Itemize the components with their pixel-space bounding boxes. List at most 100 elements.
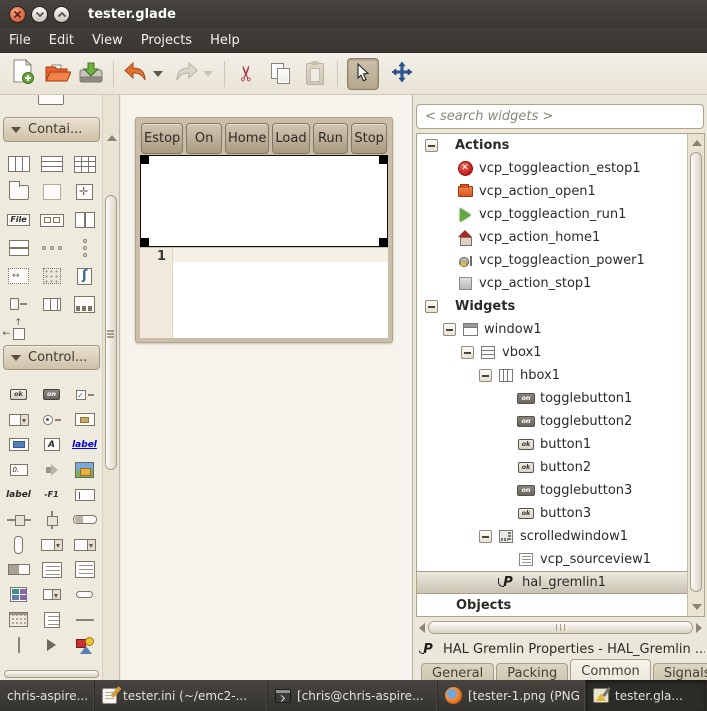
designed-togglebutton-on[interactable]: On xyxy=(186,123,222,154)
tree-row[interactable]: vcp_sourceview1 xyxy=(417,548,687,571)
vscale-icon[interactable] xyxy=(47,511,57,529)
radiobutton-icon[interactable] xyxy=(43,415,61,425)
select-widgets-button[interactable] xyxy=(347,58,379,90)
listview-icon[interactable] xyxy=(44,612,60,628)
buttonbox-icon[interactable] xyxy=(40,214,64,227)
tree-row[interactable]: scrolledwindow1 xyxy=(417,525,687,548)
fixed-icon[interactable] xyxy=(76,184,93,200)
scroll-up-arrow-icon[interactable] xyxy=(692,140,702,146)
redo-button[interactable] xyxy=(169,58,203,90)
menu-file[interactable]: File xyxy=(0,30,40,51)
tree-section-widgets[interactable]: Widgets xyxy=(417,295,687,318)
expander-icon[interactable] xyxy=(11,299,27,309)
menu-help[interactable]: Help xyxy=(201,30,249,51)
notebook-icon[interactable] xyxy=(9,185,29,200)
save-button[interactable] xyxy=(74,58,108,90)
sourceview-text-area[interactable] xyxy=(173,248,388,338)
scroll-down-arrow-icon[interactable] xyxy=(692,604,702,610)
palette-horizontal-scrollbar[interactable] xyxy=(4,670,99,678)
vbuttonbox-icon[interactable] xyxy=(83,239,87,257)
copy-button[interactable] xyxy=(264,58,298,90)
fontbutton-icon[interactable]: A xyxy=(44,438,60,451)
accellabel-icon[interactable]: -F1 xyxy=(44,490,58,499)
designed-scrolledwindow-sourceview[interactable]: 1 xyxy=(140,248,388,338)
progressbar-icon[interactable] xyxy=(73,515,97,524)
collapse-expander-icon[interactable] xyxy=(425,300,438,313)
tree-section-objects[interactable]: Objects xyxy=(417,594,687,616)
vseparator-icon[interactable] xyxy=(18,637,20,653)
spinbutton-icon[interactable]: 0. xyxy=(10,464,28,476)
toplevel-window-icon[interactable] xyxy=(38,95,64,105)
vbox-icon[interactable] xyxy=(41,156,63,172)
button-icon[interactable]: ok xyxy=(10,389,27,400)
tree-row[interactable]: on togglebutton3 xyxy=(417,479,687,502)
filechooser-toggle-icon[interactable] xyxy=(75,413,95,426)
paste-button[interactable] xyxy=(298,58,332,90)
tree-row[interactable]: vcp_action_home1 xyxy=(417,226,687,249)
tab-packing[interactable]: Packing xyxy=(496,663,568,681)
tree-section-actions[interactable]: Actions xyxy=(417,134,687,157)
tree-row[interactable]: on togglebutton1 xyxy=(417,387,687,410)
scrolledwindow-icon[interactable] xyxy=(77,268,92,285)
combobox-split-icon[interactable] xyxy=(9,414,29,426)
vprogressbar-icon[interactable] xyxy=(14,536,23,554)
taskbar-item-glade-active[interactable]: tester.gla... xyxy=(586,680,707,711)
designed-togglebutton-estop[interactable]: Estop xyxy=(141,123,183,154)
sourceview-icon[interactable] xyxy=(75,561,95,578)
tab-general[interactable]: General xyxy=(421,663,494,681)
tree-row[interactable]: ok button1 xyxy=(417,433,687,456)
tree-row[interactable]: ok button3 xyxy=(417,502,687,525)
hseparator-oval-icon[interactable] xyxy=(76,591,93,598)
hpaned-icon[interactable] xyxy=(75,212,95,228)
tab-common[interactable]: Common xyxy=(570,659,651,681)
tree-horizontal-scrollbar[interactable] xyxy=(416,619,705,636)
hseparator-icon[interactable] xyxy=(76,619,94,621)
selection-handle[interactable] xyxy=(140,238,149,247)
selection-handle[interactable] xyxy=(379,155,388,164)
menu-projects[interactable]: Projects xyxy=(132,30,201,51)
tree-row[interactable]: on togglebutton2 xyxy=(417,410,687,433)
tree-row-selected[interactable]: P hal_gremlin1 xyxy=(417,571,687,594)
open-project-button[interactable] xyxy=(40,58,74,90)
tree-row[interactable]: vbox1 xyxy=(417,341,687,364)
vpaned-icon[interactable] xyxy=(9,240,29,256)
tree-row[interactable]: vcp_toggleaction_run1 xyxy=(417,203,687,226)
statusbar-icon[interactable] xyxy=(8,564,30,575)
minimize-button[interactable] xyxy=(31,6,48,23)
hbuttonbox-icon[interactable] xyxy=(42,246,62,250)
entry-icon[interactable] xyxy=(75,489,95,501)
image-icon[interactable] xyxy=(75,462,94,478)
search-widgets-input[interactable] xyxy=(416,104,704,129)
hal-gremlin-icon[interactable] xyxy=(76,637,94,653)
tree-row[interactable]: vcp_action_stop1 xyxy=(417,272,687,295)
scrollbar-thumb[interactable] xyxy=(428,621,693,634)
label-icon[interactable]: label xyxy=(6,490,31,500)
ruler-icon[interactable] xyxy=(43,298,61,311)
toolbar-widget-icon[interactable] xyxy=(74,296,95,313)
frame-icon[interactable] xyxy=(43,184,61,200)
taskbar-item-terminal1[interactable]: chris-aspire... xyxy=(0,680,95,711)
tree-row[interactable]: vcp_toggleaction_power1 xyxy=(417,249,687,272)
palette-section-containers[interactable]: Contai... xyxy=(3,117,100,142)
hbox-icon[interactable] xyxy=(8,156,30,172)
redo-dropdown-arrow[interactable] xyxy=(203,71,213,77)
designed-window1[interactable]: Estop On Home Load Run Stop 1 xyxy=(135,117,393,343)
calendar-icon[interactable] xyxy=(9,612,28,627)
taskbar-item-gedit[interactable]: tester.ini (~/emc2-... xyxy=(95,680,268,711)
palette-vertical-scrollbar[interactable] xyxy=(103,95,120,680)
scrollbar-thumb[interactable] xyxy=(690,152,702,592)
tree-row[interactable]: ok button2 xyxy=(417,456,687,479)
alignment-icon[interactable] xyxy=(13,328,25,340)
collapse-expander-icon[interactable] xyxy=(425,139,438,152)
taskbar-item-terminal2[interactable]: [chris@chris-aspire... xyxy=(268,680,438,711)
tree-row[interactable]: hbox1 xyxy=(417,364,687,387)
comboboxentry-icon[interactable] xyxy=(74,539,96,551)
scroll-right-arrow-icon[interactable] xyxy=(696,623,702,633)
table-icon[interactable] xyxy=(74,156,96,173)
iconview-colored-icon[interactable] xyxy=(10,587,27,602)
selection-handle[interactable] xyxy=(140,155,149,164)
tree-row[interactable]: ✕ vcp_toggleaction_estop1 xyxy=(417,157,687,180)
volumebutton-icon[interactable] xyxy=(44,463,60,477)
designed-button-stop[interactable]: Stop xyxy=(351,123,387,154)
tree-row[interactable]: vcp_action_open1 xyxy=(417,180,687,203)
